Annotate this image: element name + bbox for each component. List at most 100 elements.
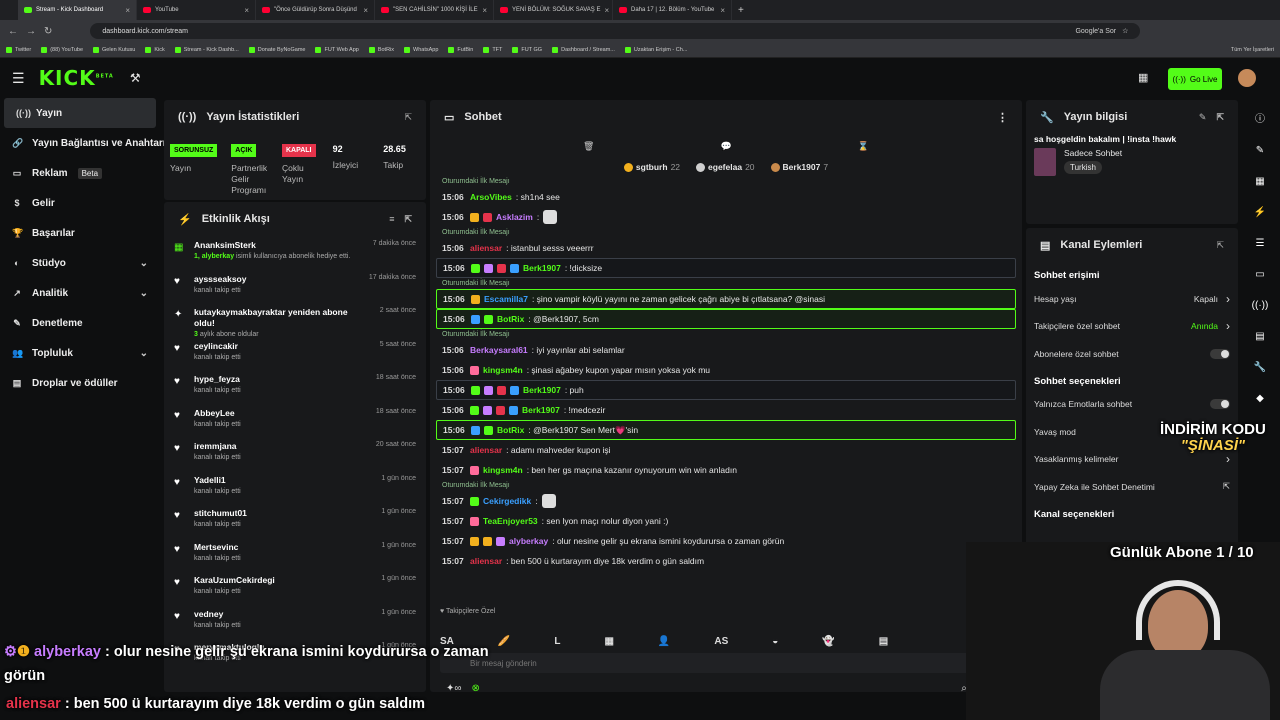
list-icon[interactable]: ☰ — [1256, 238, 1265, 249]
all-bookmarks[interactable]: Tüm Yer İşaretleri — [1231, 47, 1274, 53]
chat-messages[interactable]: Oturumdaki İlk Mesajı 15:06 ArsoVibes: sh1… — [430, 176, 1022, 606]
tag-icon[interactable]: ◆ — [1256, 393, 1264, 404]
sidebar-item-3[interactable]: ▭ Reklam Beta — [0, 158, 160, 188]
popout-icon[interactable]: ⇱ — [404, 112, 412, 123]
sidebar-item-2[interactable]: 🔗 Yayın Bağlantısı ve Anahtarı — [0, 128, 166, 158]
hourglass-icon[interactable]: ⌛ — [858, 141, 869, 152]
trash-icon[interactable]: 🗑 — [583, 141, 594, 152]
chat-message[interactable]: 15:06 Berk1907: !dicksize — [436, 258, 1016, 278]
emote[interactable]: ▦ — [604, 636, 613, 647]
message-user[interactable]: aliensar — [470, 445, 502, 455]
back-icon[interactable]: ← — [8, 26, 18, 37]
emote[interactable]: ▤ — [879, 636, 888, 647]
chat-message[interactable]: 15:06 aliensar: istanbul sesss veeerrr — [436, 238, 1016, 258]
activity-event[interactable]: ♥ ceylincakir kanalı takip etti 5 saat önce — [164, 337, 426, 371]
message-user[interactable]: Berk1907 — [523, 263, 561, 273]
message-user[interactable]: BotRix — [497, 314, 524, 324]
browser-tab[interactable]: "SEN CAHİLSİN" 1000 KİŞİ İLE × — [375, 0, 494, 20]
top-gifter[interactable]: sgtburh 22 — [623, 162, 680, 172]
activity-event[interactable]: ▦ AnanksimSterk 1, alyberkay isimli kullan… — [164, 236, 426, 270]
chat-message[interactable]: 15:07 alyberkay: olur nesine gelir şu ekr… — [436, 531, 1016, 551]
toggle-switch[interactable] — [1210, 399, 1230, 410]
activity-event[interactable]: ♥ AbbeyLee kanalı takip etti 18 saat önce — [164, 404, 426, 438]
bookmark-item[interactable]: Stream - Kick Dashb... — [174, 46, 239, 53]
bookmark-item[interactable]: Uzaktan Erişim - Ch... — [624, 46, 687, 53]
edit-icon[interactable]: ✎ — [1199, 112, 1207, 123]
chevron-right-icon[interactable]: › — [1226, 292, 1230, 306]
browser-tab[interactable]: Stream - Kick Dashboard × — [18, 0, 137, 20]
message-user[interactable]: Cekirgedikk — [483, 496, 531, 506]
popout-icon[interactable]: ⇱ — [1216, 240, 1224, 251]
chat-message[interactable]: 15:07 TeaEnjoyer53: sen lyon maçı nolur d… — [436, 511, 1016, 531]
close-icon[interactable]: × — [125, 6, 130, 15]
message-user[interactable]: alyberkay — [509, 536, 548, 546]
top-gifter[interactable]: egefelaa 20 — [696, 162, 755, 172]
message-user[interactable]: Escamilla7 — [484, 294, 528, 304]
top-gifter[interactable]: Berk1907 7 — [770, 162, 828, 172]
broadcast-icon[interactable]: ((·)) — [1252, 300, 1269, 311]
popout-icon[interactable]: ⇱ — [404, 214, 412, 225]
sidebar-item-10[interactable]: ▤ Droplar ve ödüller — [0, 368, 160, 398]
message-user[interactable]: kingsm4n — [483, 465, 523, 475]
activity-event[interactable]: ♥ vedney kanalı takip etti 1 gün önce — [164, 605, 426, 639]
go-live-button[interactable]: ((·)) Go Live — [1168, 68, 1222, 90]
message-user[interactable]: BotRix — [497, 425, 524, 435]
avatar[interactable] — [1238, 69, 1256, 87]
chat-message[interactable]: 15:07 aliensar: adamı mahveder kupon işi — [436, 440, 1016, 460]
chevron-down-icon[interactable]: ⌄ — [140, 348, 148, 359]
bookmark-item[interactable]: FUT Web App — [315, 46, 359, 53]
activity-event[interactable]: ♥ ayssseaksoy kanalı takip etti 17 dakika ö… — [164, 270, 426, 304]
info-icon[interactable]: ⓘ — [1255, 110, 1265, 125]
message-user[interactable]: Asklazim — [496, 212, 533, 222]
chat-message[interactable]: 15:06 BotRix: @Berk1907 Sen Mert💗'sin — [436, 420, 1016, 440]
browser-tab[interactable]: Daha 17 | 12. Bölüm - YouTube × — [613, 0, 732, 20]
message-user[interactable]: aliensar — [470, 556, 502, 566]
google-ask-button[interactable]: Google'a Sor — [1075, 28, 1116, 35]
chat-message[interactable]: 15:06 Berk1907: !medcezir — [436, 400, 1016, 420]
chat-message[interactable]: 15:06 Asklazim: — [436, 207, 1016, 227]
external-link-icon[interactable]: ⇱ — [1223, 481, 1230, 492]
chat-message[interactable]: 15:06 kingsm4n: şinasi ağabey kupon yapar… — [436, 360, 1016, 380]
close-icon[interactable]: × — [604, 6, 609, 15]
message-user[interactable]: Berk1907 — [522, 405, 560, 415]
channel-option[interactable]: Yalnızca Emotlarla sohbet — [1026, 391, 1238, 419]
chevron-down-icon[interactable]: ⌄ — [140, 288, 148, 299]
hammer-icon[interactable]: ⚒ — [130, 71, 141, 85]
sidebar-item-1[interactable]: ((·)) Yayın — [4, 98, 156, 128]
reload-icon[interactable]: ↻ — [44, 26, 52, 37]
new-tab-icon[interactable]: + — [738, 5, 744, 16]
sidebar-item-9[interactable]: 👥 Topluluk ⌄ — [0, 338, 160, 368]
popout-icon[interactable]: ⇱ — [1216, 112, 1224, 123]
bookmark-item[interactable]: FUT GG — [512, 46, 542, 53]
gift-icon[interactable]: ▤ — [1255, 331, 1264, 342]
channel-option[interactable]: Yapay Zeka ile Sohbet Denetimi ⇱ — [1026, 473, 1238, 501]
emote[interactable]: 👻 — [822, 636, 834, 647]
url-field[interactable]: dashboard.kick.com/stream Google'a Sor ☆ — [90, 23, 1141, 39]
message-user[interactable]: TeaEnjoyer53 — [483, 516, 538, 526]
channel-option[interactable]: Abonelere özel sohbet — [1026, 340, 1238, 368]
bookmark-item[interactable]: Kick — [145, 46, 165, 53]
sidebar-item-4[interactable]: $ Gelir — [0, 188, 160, 218]
chat-message[interactable]: 15:07 Cekirgedikk: — [436, 491, 1016, 511]
kick-logo[interactable]: KICKBETA — [39, 66, 114, 90]
keyboard-icon[interactable]: ▦ — [1138, 71, 1148, 84]
activity-event[interactable]: ✦ kutaykaymakbayraktar yeniden abone oldu… — [164, 303, 426, 338]
sidebar-item-6[interactable]: ◐ Stüdyo ⌄ — [0, 248, 160, 278]
message-user[interactable]: aliensar — [470, 243, 502, 253]
chat-message[interactable]: 15:06 Berkaysaral61: iyi yayınlar abi sel… — [436, 340, 1016, 360]
lightning-icon[interactable]: ⚡ — [1254, 207, 1266, 218]
sidebar-item-8[interactable]: ✎ Denetleme — [0, 308, 160, 338]
speech-icon[interactable]: 💬 — [720, 141, 731, 152]
bookmark-item[interactable]: Donate ByNoGame — [248, 46, 305, 53]
close-icon[interactable]: × — [482, 6, 487, 15]
bookmark-item[interactable]: (88) YouTube — [41, 46, 83, 53]
emote-settings-icon[interactable]: ✦∞ — [446, 683, 462, 692]
keyboard-icon[interactable]: ▦ — [1255, 176, 1264, 187]
message-user[interactable]: Berkaysaral61 — [470, 345, 528, 355]
bookmark-item[interactable]: FutBin — [448, 46, 473, 53]
message-user[interactable]: kingsm4n — [483, 365, 523, 375]
bookmark-item[interactable]: Gelen Kutusu — [93, 46, 135, 53]
message-user[interactable]: ArsoVibes — [470, 192, 512, 202]
activity-event[interactable]: ♥ Mertsevinc kanalı takip etti 1 gün önce — [164, 538, 426, 572]
kick-icon[interactable]: ⊗ — [472, 683, 480, 692]
